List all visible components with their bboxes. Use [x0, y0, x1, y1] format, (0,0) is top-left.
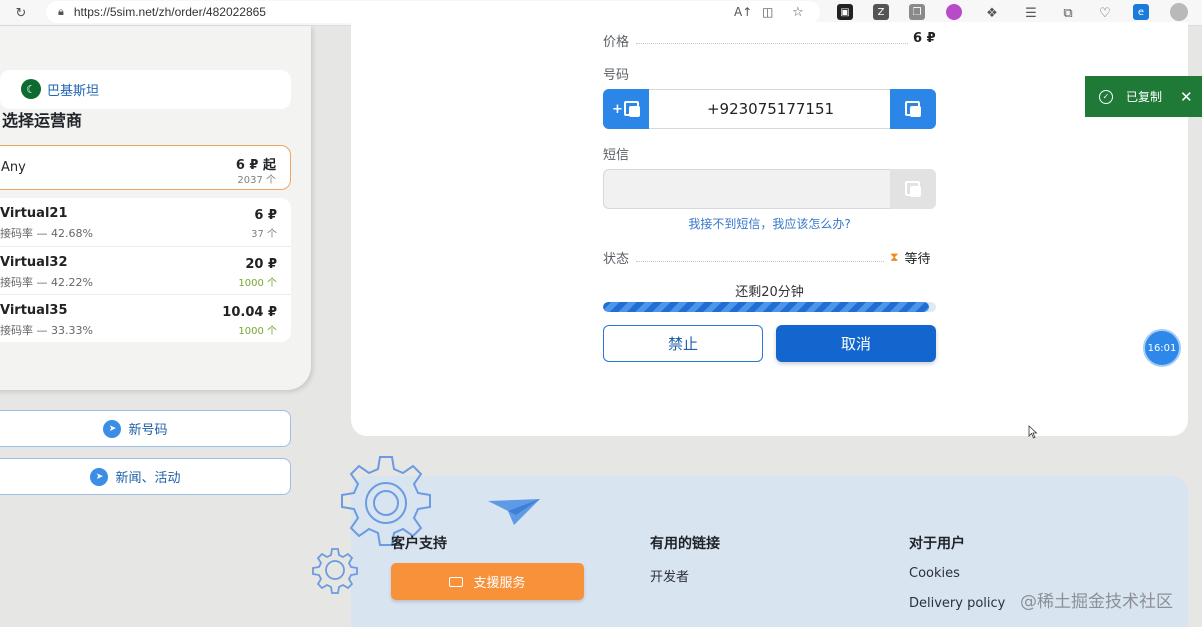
- extension-icon-2[interactable]: Z: [873, 4, 889, 20]
- operator-name: Virtual32: [0, 255, 68, 270]
- split-screen-icon[interactable]: ◫: [762, 5, 773, 19]
- country-selector[interactable]: ‹ ☾ 巴基斯坦: [0, 70, 291, 109]
- address-bar[interactable]: 🔒︎ https://5sim.net/zh/order/482022865 A…: [46, 1, 820, 23]
- support-service-button[interactable]: 支援服务: [391, 563, 584, 600]
- copy-icon: [623, 101, 640, 117]
- operator-count: 37 个: [251, 229, 277, 240]
- phone-number-value[interactable]: +923075177151: [650, 90, 891, 128]
- profile-avatar[interactable]: [1170, 3, 1188, 21]
- new-number-label: 新号码: [128, 423, 168, 438]
- status-text: 等待: [904, 252, 931, 267]
- browser-essentials-icon[interactable]: ♡: [1096, 4, 1114, 22]
- telegram-icon: ➤: [103, 419, 122, 438]
- copy-icon: [905, 101, 921, 117]
- section-title: 选择运营商: [2, 111, 83, 130]
- operator-name: Virtual35: [0, 303, 68, 318]
- operator-name: Virtual21: [0, 206, 68, 221]
- mouse-cursor-icon: [1028, 425, 1038, 439]
- useful-links-heading: 有用的链接: [650, 536, 720, 552]
- cancel-button[interactable]: 取消: [776, 325, 936, 362]
- telegram-icon: ➤: [90, 467, 109, 486]
- read-aloud-icon[interactable]: A↑: [734, 5, 752, 19]
- operator-price: 6 ₽: [254, 208, 277, 223]
- watermark: @稀土掘金技术社区: [1020, 592, 1173, 612]
- lock-icon: 🔒︎: [58, 5, 64, 18]
- hourglass-icon: ⧗: [890, 250, 899, 264]
- sms-field[interactable]: [603, 169, 936, 209]
- operator-name: Any: [1, 160, 26, 175]
- news-link[interactable]: ➤ 新闻、活动: [0, 458, 291, 495]
- refresh-icon[interactable]: ↻: [12, 4, 30, 22]
- copied-toast: ✓ 已复制 ✕: [1085, 76, 1202, 117]
- extensions-puzzle-icon[interactable]: ❖: [983, 4, 1001, 22]
- operator-price: 10.04 ₽: [222, 305, 277, 320]
- collections-icon[interactable]: ⧉: [1059, 4, 1077, 22]
- paper-plane-icon: [488, 499, 540, 525]
- operator-count: 2037 个: [237, 175, 276, 186]
- developers-link[interactable]: 开发者: [650, 566, 689, 585]
- edge-icon[interactable]: e: [1133, 4, 1149, 20]
- for-users-heading: 对于用户: [909, 536, 965, 552]
- operator-row-virtual32[interactable]: Virtual32 接码率 — 42.22% 20 ₽ 1000 个: [0, 246, 291, 294]
- cookies-link[interactable]: Cookies: [909, 566, 960, 581]
- operator-rate: 接码率 — 42.68%: [0, 227, 93, 240]
- ban-button[interactable]: 禁止: [603, 325, 763, 362]
- small-gear-icon: [312, 548, 358, 594]
- operator-rate: 接码率 — 33.33%: [0, 324, 93, 337]
- price-label: 价格: [603, 35, 630, 50]
- country-name: 巴基斯坦: [47, 84, 100, 99]
- status-dotted-leader: [636, 261, 884, 262]
- extension-icon-1[interactable]: ▣: [837, 4, 853, 20]
- operator-row-virtual21[interactable]: Virtual21 接码率 — 42.68% 6 ₽ 37 个: [0, 198, 291, 246]
- number-label: 号码: [603, 68, 630, 83]
- price-value: 6 ₽: [913, 31, 936, 46]
- extension-icon-4[interactable]: [946, 4, 962, 20]
- copy-number-with-plus-button[interactable]: +: [603, 89, 649, 129]
- favorite-add-icon[interactable]: ☆: [792, 5, 804, 20]
- operator-count: 1000 个: [238, 278, 277, 289]
- new-number-link[interactable]: ➤ 新号码: [0, 410, 291, 447]
- progress-fill: [603, 302, 930, 312]
- copy-icon: [905, 181, 921, 197]
- delivery-policy-link[interactable]: Delivery policy: [909, 596, 1005, 611]
- close-icon[interactable]: ✕: [1180, 88, 1193, 106]
- time-progress-bar: [603, 302, 936, 312]
- operator-rate: 接码率 — 42.22%: [0, 276, 93, 289]
- operator-price: 20 ₽: [245, 257, 277, 272]
- favorites-icon[interactable]: ☰: [1022, 4, 1040, 22]
- sms-label: 短信: [603, 148, 630, 163]
- pakistan-flag-icon: ☾: [21, 79, 41, 99]
- mail-icon: [449, 576, 464, 587]
- operator-list: Virtual21 接码率 — 42.68% 6 ₽ 37 个 Virtual3…: [0, 198, 291, 342]
- url-text: https://5sim.net/zh/order/482022865: [73, 5, 266, 19]
- operator-row-virtual35[interactable]: Virtual35 接码率 — 33.33% 10.04 ₽ 1000 个: [0, 294, 291, 342]
- time-remaining: 还剩20分钟: [735, 285, 804, 300]
- status-label: 状态: [603, 252, 630, 267]
- check-circle-icon: ✓: [1099, 89, 1113, 104]
- toast-text: 已复制: [1126, 90, 1163, 104]
- copy-number-button[interactable]: [890, 89, 936, 129]
- operator-count: 1000 个: [238, 326, 277, 337]
- news-label: 新闻、活动: [115, 471, 181, 486]
- price-dotted-leader: [636, 43, 908, 44]
- floating-clock-widget[interactable]: 16:01: [1143, 329, 1181, 367]
- status-value: ⧗ 等待: [890, 248, 930, 267]
- no-sms-help-link[interactable]: 我接不到短信，我应该怎么办?: [603, 215, 936, 232]
- operator-any[interactable]: Any 6 ₽ 起 2037 个: [0, 145, 291, 190]
- support-button-label: 支援服务: [473, 576, 526, 591]
- support-heading: 客户支持: [391, 536, 447, 552]
- extension-icon-3[interactable]: ❐: [909, 4, 925, 20]
- phone-number-field: + +923075177151: [603, 89, 936, 129]
- copy-sms-button[interactable]: [890, 169, 936, 209]
